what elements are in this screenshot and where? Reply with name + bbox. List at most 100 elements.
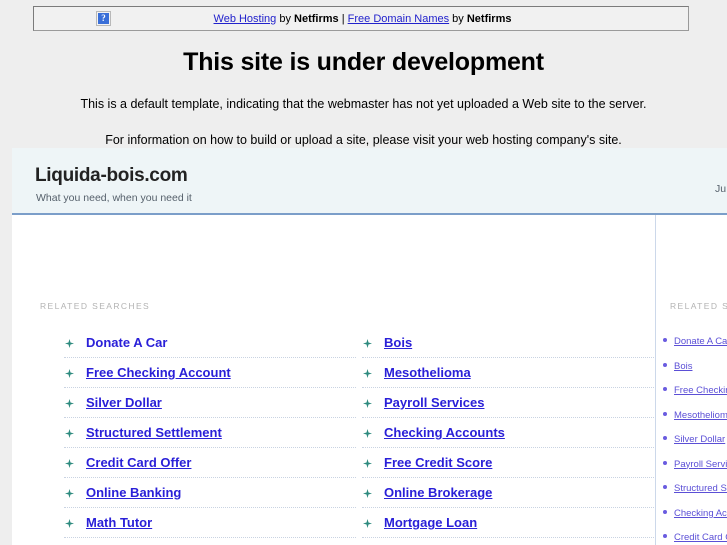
broken-image-icon: ?: [96, 11, 111, 26]
build-upload-info-text: For information on how to build or uploa…: [105, 133, 622, 147]
related-search-link[interactable]: Silver Dollar: [86, 395, 162, 410]
related-search-link[interactable]: Online Brokerage: [384, 485, 492, 500]
sidebar-related-search-link[interactable]: Silver Dollar: [674, 434, 725, 445]
dot-bullet-icon: [663, 362, 667, 367]
parked-domain-panel: Liquida-bois.com What you need, when you…: [12, 148, 727, 545]
link-list-left: Donate A Car Free Checking Account Silver …: [64, 328, 356, 545]
star-bullet-icon: [65, 488, 74, 498]
list-item[interactable]: Online Banking: [64, 478, 356, 508]
list-item[interactable]: Free Credit Score: [362, 448, 654, 478]
related-searches-column-middle: Bois Mesothelioma Payroll Services Checking…: [362, 328, 654, 545]
star-bullet-icon: [65, 428, 74, 438]
star-bullet-icon: [363, 428, 372, 438]
sidebar-list-item[interactable]: Donate A Car: [656, 328, 727, 353]
related-search-link[interactable]: Bois: [384, 335, 412, 350]
dot-bullet-icon: [663, 411, 667, 416]
related-search-link[interactable]: Free Credit Score: [384, 455, 492, 470]
list-item[interactable]: Silver Dollar: [64, 388, 356, 418]
list-item[interactable]: Credit Card Offer: [64, 448, 356, 478]
star-bullet-icon: [65, 518, 74, 528]
star-bullet-icon: [363, 338, 372, 348]
panel-header: Liquida-bois.com What you need, when you…: [12, 148, 727, 215]
sidebar-link-list: Donate A Car Bois Free Checking Account Mes…: [656, 328, 727, 545]
star-bullet-icon: [65, 338, 74, 348]
sidebar-list-item[interactable]: Mesothelioma: [656, 402, 727, 427]
list-item[interactable]: Mesothelioma: [362, 358, 654, 388]
sidebar-list-item[interactable]: Free Checking Account: [656, 377, 727, 402]
related-search-link[interactable]: Free Checking Account: [86, 365, 231, 380]
sidebar-related-search-link[interactable]: Free Checking Account: [674, 385, 727, 396]
banner-icon-slot: ?: [34, 11, 115, 26]
web-hosting-link[interactable]: Web Hosting: [214, 13, 277, 25]
related-search-link[interactable]: Credit Card Offer: [86, 455, 191, 470]
star-bullet-icon: [65, 398, 74, 408]
sidebar-list-item[interactable]: Payroll Services: [656, 451, 727, 476]
sidebar-list-item[interactable]: Checking Accounts: [656, 500, 727, 525]
sidebar-related-search-link[interactable]: Bois: [674, 361, 692, 372]
header-right-truncated-text: Ju: [715, 183, 727, 195]
related-searches-column-left: Donate A Car Free Checking Account Silver …: [64, 328, 356, 545]
sidebar-list-item[interactable]: Bois: [656, 353, 727, 378]
related-searches-label: RELATED SEARCHES: [40, 301, 151, 311]
list-item[interactable]: Free Checking Account: [64, 358, 356, 388]
star-bullet-icon: [363, 488, 372, 498]
star-bullet-icon: [363, 518, 372, 528]
dot-bullet-icon: [663, 460, 667, 465]
related-search-link[interactable]: Checking Accounts: [384, 425, 505, 440]
star-bullet-icon: [363, 398, 372, 408]
sidebar-related-searches-label: RELATED SEARCHES: [670, 301, 727, 311]
related-searches-main: RELATED SEARCHES Donate A Car Free Checki…: [12, 215, 655, 545]
banner-separator: |: [338, 12, 348, 25]
list-item[interactable]: Free Coupons: [64, 538, 356, 545]
sidebar-related-search-link[interactable]: Mesothelioma: [674, 410, 727, 421]
sidebar-related-search-link[interactable]: Payroll Services: [674, 459, 727, 470]
default-template-notice: This is a default template, indicating t…: [80, 97, 647, 111]
netfirms-banner: ? Web Hosting by Netfirms | Free Domain …: [33, 6, 689, 31]
free-domain-names-link[interactable]: Free Domain Names: [348, 13, 449, 25]
star-bullet-icon: [363, 368, 372, 378]
related-searches-columns: Donate A Car Free Checking Account Silver …: [12, 328, 655, 545]
related-search-link[interactable]: Structured Settlement: [86, 425, 222, 440]
sidebar-related-search-link[interactable]: Structured Settlement: [674, 483, 727, 494]
list-item[interactable]: Structured Settlement: [64, 418, 356, 448]
related-search-link[interactable]: Mesothelioma: [384, 365, 471, 380]
netfirms-brand-1: Netfirms: [294, 12, 339, 25]
sidebar-list-item[interactable]: Silver Dollar: [656, 426, 727, 451]
sidebar-related-search-link[interactable]: Credit Card Offer: [674, 532, 727, 543]
netfirms-brand-2: Netfirms: [466, 12, 512, 25]
broken-image-question-glyph: ?: [98, 13, 109, 24]
panel-body: RELATED SEARCHES Donate A Car Free Checki…: [12, 215, 727, 545]
list-item[interactable]: Math Tutor: [64, 508, 356, 538]
netfirms-links: Web Hosting by Netfirms | Free Domain Na…: [115, 13, 688, 25]
related-search-link[interactable]: Payroll Services: [384, 395, 484, 410]
star-bullet-icon: [65, 368, 74, 378]
list-item[interactable]: Mortgage Loan: [362, 508, 654, 538]
list-item[interactable]: Online Brokerage: [362, 478, 654, 508]
domain-tagline: What you need, when you need it: [36, 192, 192, 204]
dot-bullet-icon: [663, 387, 667, 392]
dot-bullet-icon: [663, 338, 667, 343]
related-searches-sidebar: RELATED SEARCHES Donate A Car Bois Free Ch…: [655, 215, 727, 545]
dot-bullet-icon: [663, 485, 667, 490]
web-hosting-by-text: by: [276, 12, 295, 25]
related-search-link[interactable]: Mortgage Loan: [384, 515, 477, 530]
dot-bullet-icon: [663, 436, 667, 441]
list-item[interactable]: Bois: [362, 328, 654, 358]
sidebar-related-search-link[interactable]: Donate A Car: [674, 336, 727, 347]
list-item[interactable]: Checking Accounts: [362, 418, 654, 448]
sidebar-list-item[interactable]: Structured Settlement: [656, 475, 727, 500]
list-item[interactable]: Donate A Car: [64, 328, 356, 358]
related-search-link[interactable]: Math Tutor: [86, 515, 152, 530]
dot-bullet-icon: [663, 534, 667, 539]
link-list-middle: Bois Mesothelioma Payroll Services Checking…: [362, 328, 654, 545]
free-domains-by-text: by: [449, 12, 467, 25]
sidebar-related-search-link[interactable]: Checking Accounts: [674, 508, 727, 519]
related-search-link[interactable]: Donate A Car: [86, 335, 167, 350]
related-search-link[interactable]: Online Banking: [86, 485, 181, 500]
star-bullet-icon: [65, 458, 74, 468]
domain-name-title: Liquida-bois.com: [35, 165, 188, 186]
list-item[interactable]: Credit Card Merchant Account: [362, 538, 654, 545]
sidebar-list-item[interactable]: Credit Card Offer: [656, 524, 727, 545]
star-bullet-icon: [363, 458, 372, 468]
list-item[interactable]: Payroll Services: [362, 388, 654, 418]
